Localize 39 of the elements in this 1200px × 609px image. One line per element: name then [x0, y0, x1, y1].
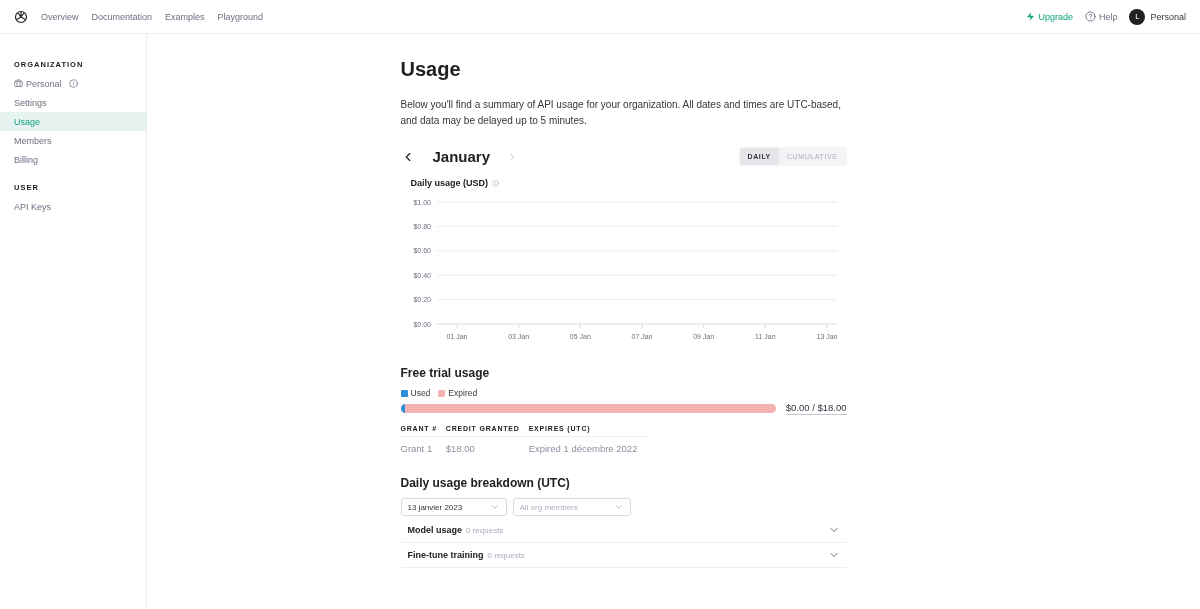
sidebar-item[interactable]: API Keys — [0, 197, 146, 216]
upgrade-link[interactable]: Upgrade — [1026, 11, 1073, 22]
nav-link[interactable]: Examples — [165, 11, 205, 22]
table-cell: Expired 1 décembre 2022 — [528, 436, 647, 454]
request-count: 0 requests — [466, 525, 504, 535]
month-label: January — [432, 148, 491, 165]
legend-label: Used — [410, 388, 431, 398]
page-description: Below you'll find a summary of API usage for your organization. All dates and times are UTC-based, and data may be delayed up to 5 minutes. — [400, 98, 842, 128]
section-title: Free trial usage — [400, 366, 491, 380]
sidebar-item[interactable]: Members — [0, 131, 146, 150]
nav-link[interactable]: Playground — [217, 11, 264, 22]
briefcase-icon — [14, 79, 23, 88]
accordion-title: Model usage — [407, 525, 462, 535]
page-title: Usage — [400, 58, 462, 81]
accordion-title: Fine-tune training — [407, 550, 484, 560]
usage-amount: $0.00 / $18.00 — [785, 402, 847, 415]
legend-label: Expired — [448, 388, 478, 398]
section-title: Daily usage breakdown (UTC) — [400, 476, 571, 490]
sidebar-item[interactable]: Settings — [0, 93, 146, 112]
info-icon — [492, 179, 500, 187]
chart-title: Daily usage (USD) — [410, 178, 489, 188]
avatar: L — [1129, 8, 1146, 25]
logo-icon[interactable] — [14, 9, 28, 24]
table-cell: Grant 1 — [400, 436, 446, 454]
lightning-icon — [1026, 12, 1036, 21]
help-link[interactable]: Help — [1084, 11, 1118, 22]
table-cell: $18.00 — [445, 436, 529, 454]
help-icon — [1084, 11, 1096, 22]
date-select[interactable]: 13 janvier 2023 — [400, 498, 507, 516]
accordion-row[interactable]: Model usage 0 requests — [400, 518, 847, 543]
sidebar-item[interactable]: Personal — [0, 74, 146, 93]
chevron-down-icon — [489, 502, 500, 512]
chevron-down-icon — [613, 502, 624, 512]
account-menu[interactable]: L Personal — [1129, 8, 1186, 25]
nav-link[interactable]: Overview — [41, 11, 79, 22]
info-icon — [68, 79, 78, 88]
sidebar-item[interactable]: Usage — [0, 112, 146, 131]
sidebar-item[interactable]: Billing — [0, 150, 146, 169]
nav-link[interactable]: Documentation — [91, 11, 153, 22]
